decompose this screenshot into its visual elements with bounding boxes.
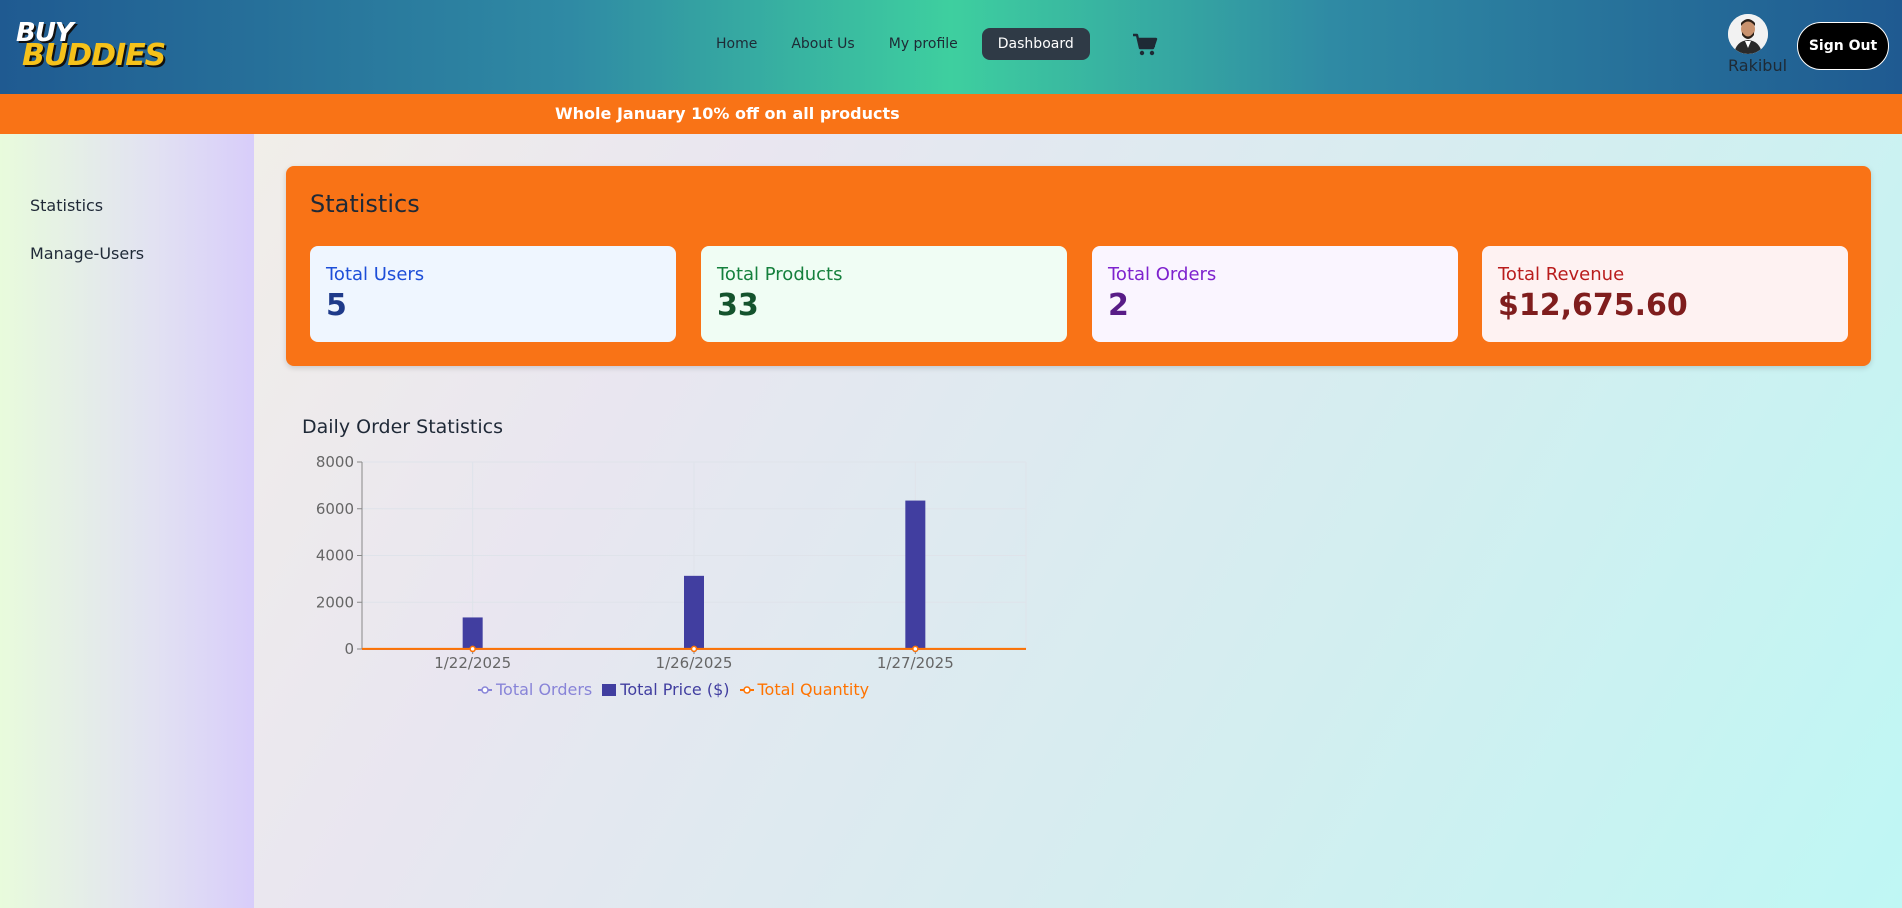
x-tick-label: 1/22/2025 [434,654,511,672]
daily-order-chart: 0 2000 4000 6000 8000 1/22/2025 1/26/2025 1/27/… [316,453,1027,672]
stat-card-total-revenue: Total Revenue $12,675.60 [1482,246,1848,342]
y-tick-label: 4000 [316,547,354,565]
statistics-title: Statistics [310,190,420,218]
legend-item[interactable]: Total Price ($) [602,680,730,699]
promo-text: Whole January 10% off on all products [555,104,900,123]
stat-label: Total Revenue [1498,264,1625,285]
stat-card-total-orders: Total Orders 2 [1092,246,1458,342]
nav-links: Home About Us My profile Dashboard [700,26,1092,62]
y-tick-label: 2000 [316,593,354,611]
series-point [912,645,919,653]
bar-total-price [462,617,483,649]
legend-label: Total Price ($) [620,680,730,699]
statistics-panel: Statistics Total Users 5 Total Products … [286,166,1871,366]
series-point [469,645,476,653]
legend-marker [739,685,754,694]
avatar-image [1728,14,1768,54]
top-navbar: BUY BUDDIES Home About Us My profile Das… [0,0,1902,94]
chart-legend: Total Orders Total Price ($) Total Quantit… [478,680,879,699]
promo-banner: Whole January 10% off on all products [0,94,1902,134]
legend-label: Total Orders [496,680,593,699]
stat-label: Total Orders [1108,264,1217,285]
nav-link-about-us[interactable]: About Us [775,28,870,60]
nav-link-home[interactable]: Home [700,28,773,60]
stat-card-total-users: Total Users 5 [310,246,676,342]
stat-label: Total Products [717,264,843,285]
user-avatar[interactable] [1728,14,1768,54]
stat-value: $12,675.60 [1498,288,1688,323]
sidebar: Statistics Manage-Users [0,134,254,908]
stat-value: 5 [326,288,347,323]
series-point [690,645,698,653]
y-tick-label: 8000 [316,453,354,471]
nav-link-my-profile[interactable]: My profile [873,28,974,60]
stat-value: 2 [1108,288,1129,323]
x-tick-label: 1/27/2025 [877,654,954,672]
logo-line-2: BUDDIES [22,38,166,73]
legend-label: Total Quantity [757,680,870,699]
user-name: Rakibul [1728,56,1788,75]
legend-item[interactable]: Total Orders [478,680,592,699]
stat-label: Total Users [326,264,425,285]
stat-value: 33 [717,288,759,323]
sign-out-button[interactable]: Sign Out [1797,22,1889,70]
legend-item[interactable]: Total Quantity [739,680,870,699]
sidebar-item-statistics[interactable]: Statistics [30,196,103,215]
shopping-cart-icon[interactable] [1132,33,1158,57]
bar-total-price [905,500,926,649]
stat-card-total-products: Total Products 33 [701,246,1067,342]
y-tick-label: 0 [344,640,354,658]
y-tick-label: 6000 [316,500,354,518]
legend-marker [602,683,617,696]
sidebar-item-manage-users[interactable]: Manage-Users [30,244,144,263]
buy-buddies-logo[interactable]: BUY BUDDIES [14,18,166,74]
bar-total-price [684,575,704,649]
legend-marker [478,685,492,694]
chart-title: Daily Order Statistics [302,416,504,438]
nav-link-dashboard[interactable]: Dashboard [981,28,1090,60]
x-tick-label: 1/26/2025 [656,654,733,672]
